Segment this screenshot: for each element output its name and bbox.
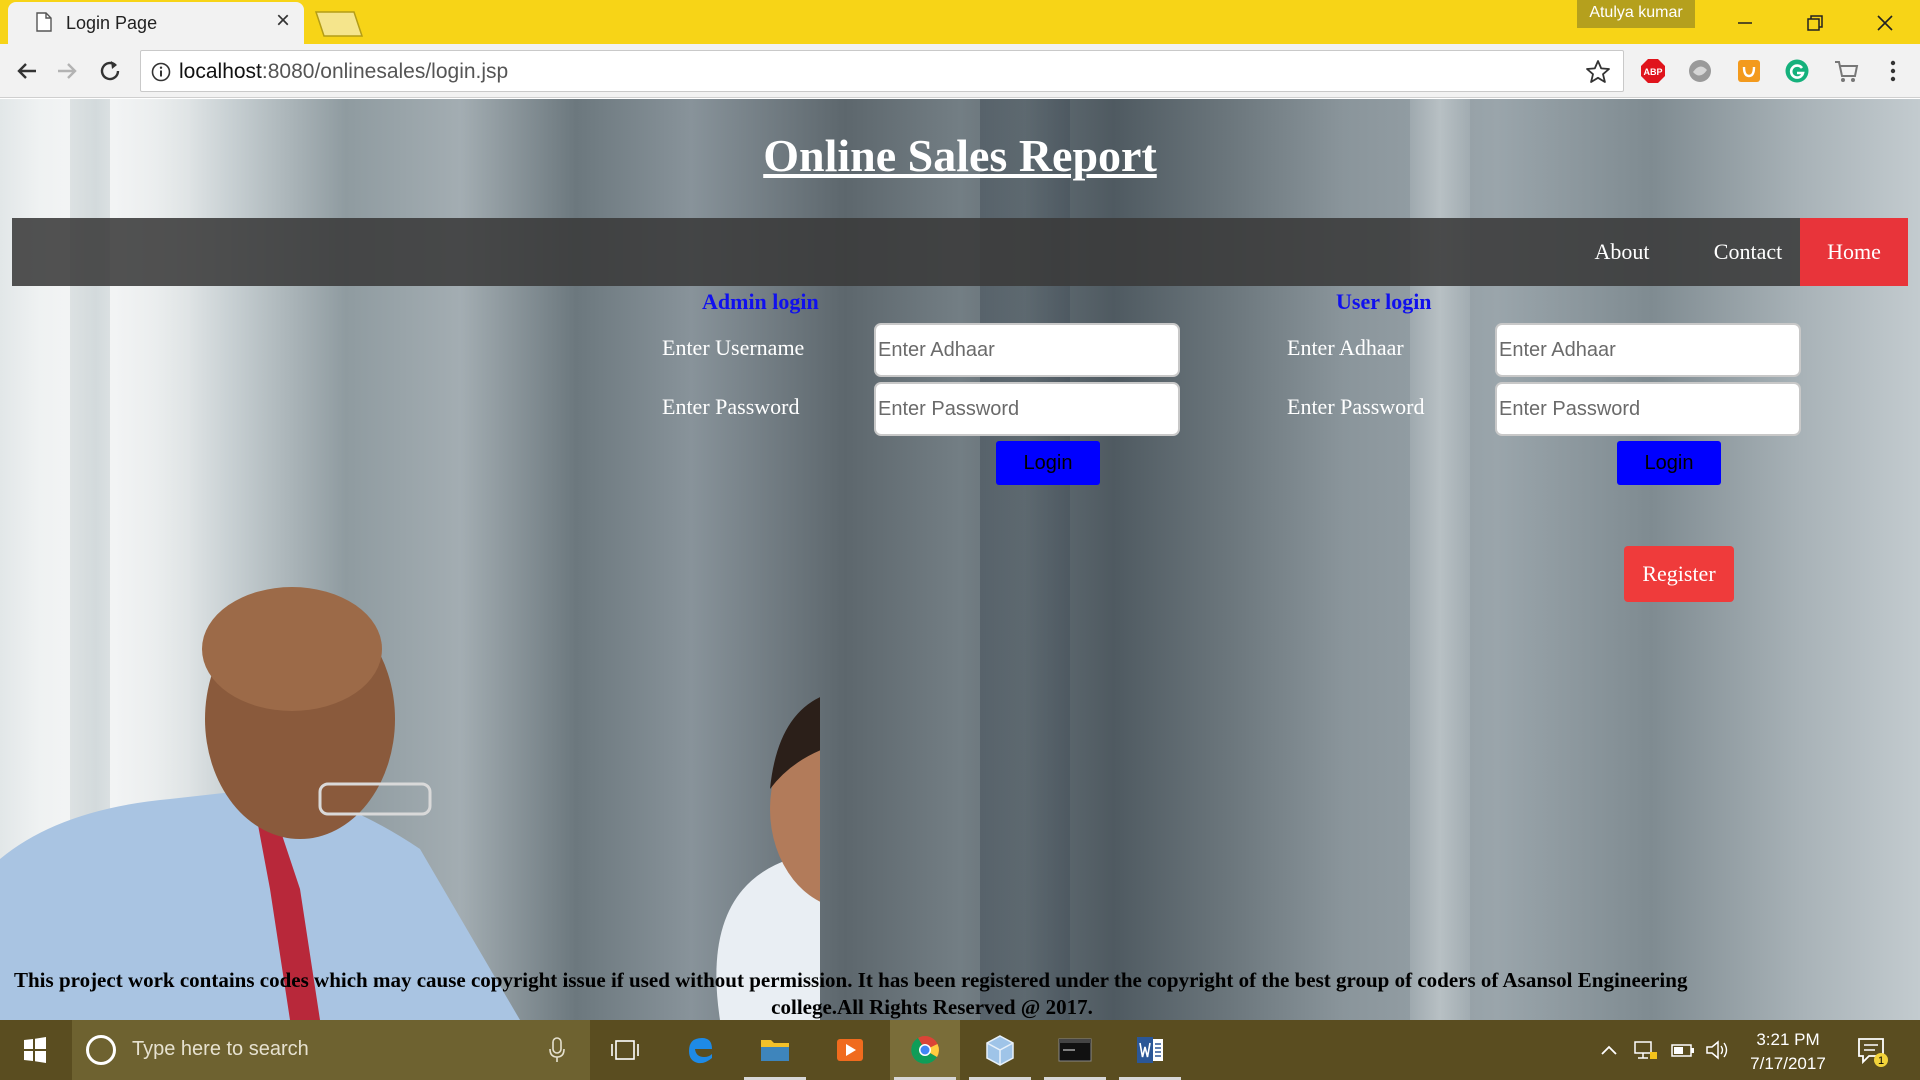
media-player-taskbar-app[interactable] [815, 1020, 885, 1080]
edge-taskbar-app[interactable] [665, 1020, 735, 1080]
adblock-plus-icon[interactable]: ABP [1640, 58, 1666, 84]
notification-count: 1 [1878, 1055, 1884, 1067]
nav-contact-link[interactable]: Contact [1692, 218, 1804, 286]
task-view-button[interactable] [590, 1020, 660, 1080]
action-center-icon[interactable]: 1 [1855, 1034, 1889, 1068]
restore-button[interactable] [1780, 0, 1850, 44]
restore-icon [1807, 15, 1823, 31]
search-placeholder: Type here to search [132, 1038, 309, 1060]
task-view-icon [611, 1040, 639, 1060]
chevron-up-icon[interactable] [1596, 1038, 1622, 1062]
battery-icon[interactable] [1670, 1038, 1696, 1062]
word-taskbar-app[interactable] [1115, 1020, 1185, 1080]
document-icon [36, 12, 52, 32]
admin-username-label: Enter Username [662, 335, 805, 360]
close-window-button[interactable] [1850, 0, 1920, 44]
folder-icon [761, 1040, 789, 1061]
clock-time: 3:21 PM [1756, 1030, 1820, 1049]
user-adhaar-label: Enter Adhaar [1287, 335, 1404, 360]
register-button[interactable]: Register [1624, 546, 1734, 602]
browser-titlebar: Login Page × Atulya kumar [0, 0, 1920, 44]
top-navbar: About Contact Home [12, 218, 1908, 286]
word-icon [1137, 1037, 1163, 1063]
mysql-console-taskbar-app[interactable] [1040, 1020, 1110, 1080]
system-clock[interactable]: 3:21 PM 7/17/2017 [1738, 1028, 1838, 1076]
grammarly-icon[interactable] [1784, 58, 1810, 84]
nav-about-link[interactable]: About [1572, 218, 1672, 286]
chrome-icon [911, 1036, 939, 1064]
user-password-input[interactable] [1495, 382, 1801, 436]
nav-home-link[interactable]: Home [1800, 218, 1908, 286]
footer-line-2: college.All Rights Reserved @ 2017. [771, 995, 1093, 1019]
url-text: localhost:8080/onlinesales/login.jsp [179, 60, 509, 83]
cortana-icon [86, 1035, 116, 1065]
edge-icon [689, 1038, 712, 1064]
login-page: Online Sales Report About Contact Home A… [0, 99, 1920, 1020]
file-explorer-taskbar-app[interactable] [740, 1020, 810, 1080]
shopping-cart-icon[interactable] [1833, 58, 1859, 84]
cube-icon [986, 1035, 1014, 1066]
virtualbox-taskbar-app[interactable] [965, 1020, 1035, 1080]
browser-tab[interactable]: Login Page × [8, 2, 304, 44]
bookmark-star-icon[interactable] [1585, 59, 1611, 85]
chrome-taskbar-app[interactable] [890, 1020, 960, 1080]
taskbar-search-box[interactable]: Type here to search [72, 1020, 590, 1080]
admin-username-input[interactable] [874, 323, 1180, 377]
close-tab-icon[interactable]: × [276, 9, 290, 33]
admin-password-label: Enter Password [662, 394, 800, 419]
network-icon[interactable] [1633, 1038, 1659, 1062]
tab-title: Login Page [66, 13, 158, 33]
admin-login-button[interactable]: Login [996, 441, 1100, 485]
user-login-button[interactable]: Login [1617, 441, 1721, 485]
clock-date: 7/17/2017 [1750, 1054, 1826, 1073]
copyright-footer: This project work contains codes which m… [0, 967, 1920, 1020]
new-tab-button[interactable] [314, 10, 364, 38]
user-password-label: Enter Password [1287, 394, 1425, 419]
forward-arrow-icon[interactable] [52, 56, 82, 86]
user-login-heading: User login [1336, 289, 1432, 314]
shield-extension-icon[interactable] [1687, 58, 1713, 84]
windows-taskbar: Type here to search 3:21 PM 7/17/2017 1 [0, 1020, 1920, 1080]
people-photo-illustration [0, 587, 820, 1020]
honey-extension-icon[interactable] [1736, 58, 1762, 84]
svg-text:ABP: ABP [1643, 67, 1662, 77]
user-adhaar-input[interactable] [1495, 323, 1801, 377]
admin-login-heading: Admin login [702, 289, 819, 314]
minimize-icon [1738, 22, 1752, 24]
microphone-icon[interactable] [548, 1037, 566, 1063]
reload-icon[interactable] [95, 56, 125, 86]
browser-toolbar: localhost:8080/onlinesales/login.jsp ABP [0, 44, 1920, 98]
close-icon [1877, 15, 1893, 31]
page-title: Online Sales Report [763, 130, 1157, 181]
address-bar[interactable]: localhost:8080/onlinesales/login.jsp [140, 50, 1624, 92]
back-arrow-icon[interactable] [12, 56, 42, 86]
minimize-button[interactable] [1710, 0, 1780, 44]
footer-line-1: This project work contains codes which m… [14, 968, 1688, 992]
volume-icon[interactable] [1704, 1038, 1730, 1062]
start-button[interactable] [0, 1020, 70, 1080]
info-icon[interactable] [151, 62, 171, 82]
windows-logo-icon [24, 1037, 46, 1063]
admin-password-input[interactable] [874, 382, 1180, 436]
menu-dots-icon[interactable] [1880, 58, 1906, 84]
profile-badge[interactable]: Atulya kumar [1577, 0, 1695, 28]
media-player-icon [837, 1039, 863, 1061]
terminal-icon [1058, 1038, 1092, 1062]
